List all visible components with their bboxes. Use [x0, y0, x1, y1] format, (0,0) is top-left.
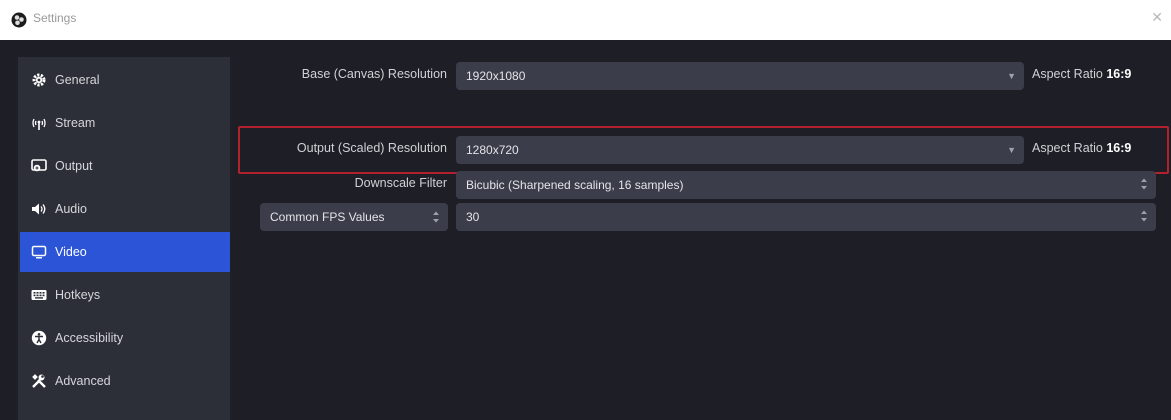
sidebar-item-hotkeys[interactable]: Hotkeys: [20, 275, 230, 315]
downscale-filter-value: Bicubic (Sharpened scaling, 16 samples): [466, 178, 684, 192]
updown-arrows-icon: [1141, 178, 1147, 190]
output-icon: [31, 159, 47, 172]
fps-value-combo[interactable]: 30: [456, 203, 1156, 231]
keyboard-icon: [31, 290, 47, 300]
fps-type-select[interactable]: Common FPS Values: [260, 203, 448, 231]
fps-type-value: Common FPS Values: [270, 210, 385, 224]
sidebar-item-general[interactable]: General: [20, 60, 230, 100]
sidebar-item-label: General: [55, 73, 100, 87]
sidebar-item-label: Audio: [55, 202, 87, 216]
monitor-icon: [31, 245, 47, 259]
sidebar-item-stream[interactable]: Stream: [20, 103, 230, 143]
chevron-down-icon: ▼: [1007, 71, 1016, 81]
wrench-icon: [32, 374, 46, 388]
speaker-icon: [32, 203, 46, 215]
downscale-filter-row: Downscale Filter Bicubic (Sharpened scal…: [230, 153, 1171, 199]
fps-value: 30: [466, 210, 480, 224]
sidebar-item-accessibility[interactable]: Accessibility: [20, 318, 230, 358]
base-resolution-row: Base (Canvas) Resolution 1920x1080 ▼ Asp…: [230, 58, 1171, 94]
updown-arrows-icon: [1141, 210, 1147, 222]
gear-icon: [32, 73, 46, 87]
sidebar-item-advanced[interactable]: Advanced: [20, 361, 230, 401]
aspect-ratio-value: 16:9: [1106, 67, 1132, 81]
updown-arrows-icon: [433, 211, 439, 223]
sidebar-item-output[interactable]: Output: [20, 146, 230, 186]
title-bar: Settings ✕: [0, 0, 1171, 40]
accessibility-icon: [31, 330, 47, 346]
sidebar-item-video[interactable]: Video: [20, 232, 230, 272]
base-resolution-label: Base (Canvas) Resolution: [301, 67, 447, 81]
base-resolution-combo[interactable]: 1920x1080 ▼: [456, 62, 1024, 90]
window-title: Settings: [33, 11, 77, 25]
aspect-ratio-prefix: Aspect Ratio: [1032, 67, 1103, 81]
base-aspect-ratio: Aspect Ratio 16:9: [1032, 67, 1131, 81]
antenna-icon: [32, 118, 46, 130]
sidebar-item-label: Output: [55, 159, 93, 173]
obs-logo-icon: [11, 12, 27, 28]
downscale-filter-combo[interactable]: Bicubic (Sharpened scaling, 16 samples): [456, 171, 1156, 199]
sidebar-item-label: Accessibility: [55, 331, 124, 345]
close-button[interactable]: ✕: [1151, 10, 1163, 26]
base-resolution-value: 1920x1080: [466, 69, 526, 83]
sidebar-item-label: Hotkeys: [55, 288, 101, 302]
downscale-filter-label: Downscale Filter: [354, 176, 447, 190]
settings-sidebar: General Stream Output Audio Video Hotkey…: [18, 57, 230, 420]
sidebar-item-label: Stream: [55, 116, 96, 130]
sidebar-item-label: Video: [55, 245, 87, 259]
sidebar-item-audio[interactable]: Audio: [20, 189, 230, 229]
video-settings-panel: Base (Canvas) Resolution 1920x1080 ▼ Asp…: [230, 40, 1171, 420]
sidebar-item-label: Advanced: [55, 374, 111, 388]
